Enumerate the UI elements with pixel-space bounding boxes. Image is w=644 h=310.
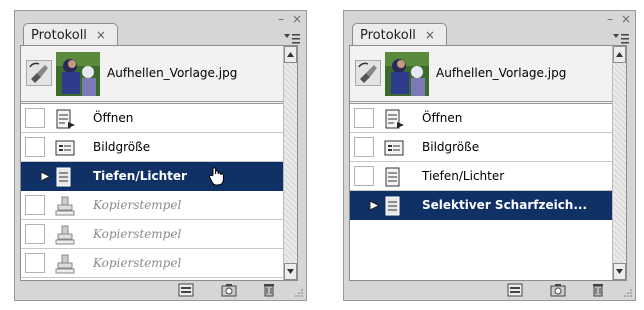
- history-state-label: Öffnen: [422, 111, 463, 125]
- adjustment-icon: [385, 167, 400, 187]
- snapshot-thumbnail: [56, 52, 100, 96]
- tab-close-icon[interactable]: ×: [425, 28, 435, 42]
- history-state-row-selected[interactable]: Selektiver Scharfzeich...: [350, 191, 612, 220]
- minimize-button[interactable]: –: [607, 13, 613, 25]
- close-panel-button[interactable]: ×: [292, 13, 302, 25]
- history-state-row[interactable]: Tiefen/Lichter: [350, 162, 612, 191]
- scroll-down-button[interactable]: [284, 263, 297, 280]
- history-state-row[interactable]: Kopierstempel: [21, 220, 283, 249]
- history-state-row-selected[interactable]: Tiefen/Lichter: [21, 162, 283, 191]
- resize-grip-icon[interactable]: [294, 288, 304, 298]
- scroll-up-button[interactable]: [613, 46, 626, 63]
- image-size-icon: [384, 140, 404, 156]
- history-source-checkbox[interactable]: [25, 108, 45, 128]
- image-size-icon: [55, 140, 75, 156]
- tab-label: Protokoll: [31, 27, 87, 43]
- window-controls: – ×: [607, 13, 631, 25]
- snapshot-row[interactable]: Aufhellen_Vorlage.jpg: [350, 46, 612, 104]
- history-state-row[interactable]: Öffnen: [350, 104, 612, 133]
- history-source-checkbox[interactable]: [354, 108, 374, 128]
- history-source-checkbox[interactable]: [25, 253, 45, 273]
- history-source-checkbox[interactable]: [25, 224, 45, 244]
- history-state-label: Tiefen/Lichter: [422, 169, 505, 183]
- vertical-scrollbar[interactable]: [612, 46, 626, 280]
- clone-stamp-icon: [55, 254, 75, 274]
- history-state-label: Kopierstempel: [93, 198, 182, 212]
- snapshot-thumbnail: [385, 52, 429, 96]
- clone-stamp-icon: [55, 225, 75, 245]
- history-source-checkbox[interactable]: [354, 137, 374, 157]
- history-state-row[interactable]: Kopierstempel: [21, 191, 283, 220]
- clone-stamp-icon: [55, 196, 75, 216]
- resize-grip-icon[interactable]: [623, 288, 633, 298]
- history-state-row[interactable]: Kopierstempel: [21, 249, 283, 278]
- history-source-checkbox[interactable]: [25, 137, 45, 157]
- tab-close-icon[interactable]: ×: [96, 28, 106, 42]
- history-state-row[interactable]: Bildgröße: [350, 133, 612, 162]
- tab-protokoll[interactable]: Protokoll ×: [352, 23, 447, 46]
- history-list: Aufhellen_Vorlage.jpg Öffnen Bildgröße T…: [20, 45, 298, 281]
- arrow-up-icon: [616, 52, 623, 57]
- history-source-checkbox[interactable]: [25, 195, 45, 215]
- adjustment-icon: [385, 196, 400, 216]
- scroll-down-button[interactable]: [613, 263, 626, 280]
- panel-toolbar: [15, 280, 306, 300]
- history-state-row[interactable]: Bildgröße: [21, 133, 283, 162]
- snapshot-name: Aufhellen_Vorlage.jpg: [107, 66, 238, 80]
- history-brush-source-icon[interactable]: [355, 60, 381, 86]
- history-list: Aufhellen_Vorlage.jpg Öffnen Bildgröße T…: [349, 45, 627, 281]
- new-snapshot-icon[interactable]: [221, 283, 237, 297]
- history-state-label: Kopierstempel: [93, 227, 182, 241]
- trash-icon[interactable]: [261, 283, 277, 297]
- vertical-scrollbar[interactable]: [283, 46, 297, 280]
- window-controls: – ×: [278, 13, 302, 25]
- open-document-icon: [56, 109, 75, 129]
- new-document-from-state-icon[interactable]: [507, 283, 523, 297]
- history-state-label: Bildgröße: [93, 140, 151, 154]
- scroll-up-button[interactable]: [284, 46, 297, 63]
- tab-label: Protokoll: [360, 27, 416, 43]
- history-state-row[interactable]: Öffnen: [21, 104, 283, 133]
- arrow-down-icon: [287, 269, 294, 274]
- history-brush-source-icon[interactable]: [26, 60, 52, 86]
- panel-menu-icon[interactable]: [613, 33, 629, 45]
- history-state-slider-icon[interactable]: [369, 200, 380, 211]
- snapshot-name: Aufhellen_Vorlage.jpg: [436, 66, 567, 80]
- history-state-label: Kopierstempel: [93, 256, 182, 270]
- history-state-label: Öffnen: [93, 111, 134, 125]
- panel-toolbar: [344, 280, 635, 300]
- history-panel-before: – × Protokoll × Aufhellen_Vorlage.jpg Öf…: [14, 10, 307, 301]
- minimize-button[interactable]: –: [278, 13, 284, 25]
- history-state-label: Bildgröße: [422, 140, 480, 154]
- history-state-label: Tiefen/Lichter: [93, 169, 187, 183]
- tab-protokoll[interactable]: Protokoll ×: [23, 23, 118, 46]
- panel-menu-icon[interactable]: [284, 33, 300, 45]
- adjustment-icon: [56, 167, 71, 187]
- history-state-label: Selektiver Scharfzeich...: [422, 198, 588, 212]
- new-document-from-state-icon[interactable]: [178, 283, 194, 297]
- history-panel-after: – × Protokoll × Aufhellen_Vorlage.jpg Öf…: [343, 10, 636, 301]
- open-document-icon: [385, 109, 404, 129]
- history-state-slider-icon[interactable]: [40, 171, 51, 182]
- arrow-down-icon: [616, 269, 623, 274]
- snapshot-row[interactable]: Aufhellen_Vorlage.jpg: [21, 46, 283, 104]
- trash-icon[interactable]: [590, 283, 606, 297]
- close-panel-button[interactable]: ×: [621, 13, 631, 25]
- hand-cursor-icon: [208, 167, 224, 186]
- history-source-checkbox[interactable]: [354, 166, 374, 186]
- arrow-up-icon: [287, 52, 294, 57]
- new-snapshot-icon[interactable]: [550, 283, 566, 297]
